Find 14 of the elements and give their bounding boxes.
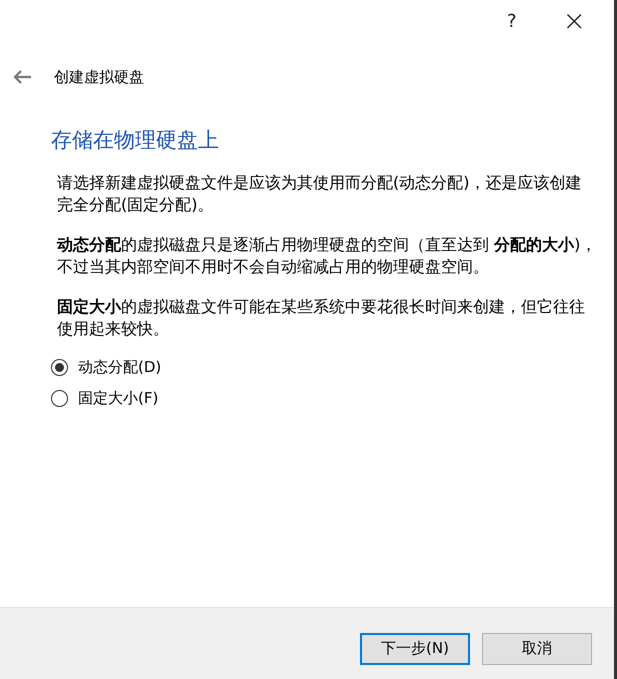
page-heading: 存储在物理硬盘上 [51,127,220,154]
description-paragraph: 请选择新建虚拟硬盘文件是应该为其使用而分配(动态分配)，还是应该创建完全分配(固定分配)。 [57,172,582,216]
cancel-button[interactable]: 取消 [482,632,592,664]
back-arrow-icon[interactable] [12,69,32,85]
radio-button[interactable] [51,359,68,376]
radio-option[interactable]: 动态分配(D) [51,358,162,377]
close-button[interactable]: × [562,7,586,35]
next-button[interactable]: 下一步(N) [360,632,470,664]
help-button[interactable]: ? [506,10,517,32]
wizard-title: 创建虚拟硬盘 [54,68,144,86]
radio-option[interactable]: 固定大小(F) [51,389,158,408]
description-paragraph: 动态分配的虚拟磁盘只是逐渐占用物理硬盘的空间（直至达到 分配的大小)，不过当其内部空间不用时不会自动缩减占用的物理硬盘空间。 [57,234,597,278]
description-paragraph: 固定大小的虚拟磁盘文件可能在某些系统中要花很长时间来创建，但它往往使用起来较快。 [57,296,586,340]
radio-button[interactable] [51,390,68,407]
